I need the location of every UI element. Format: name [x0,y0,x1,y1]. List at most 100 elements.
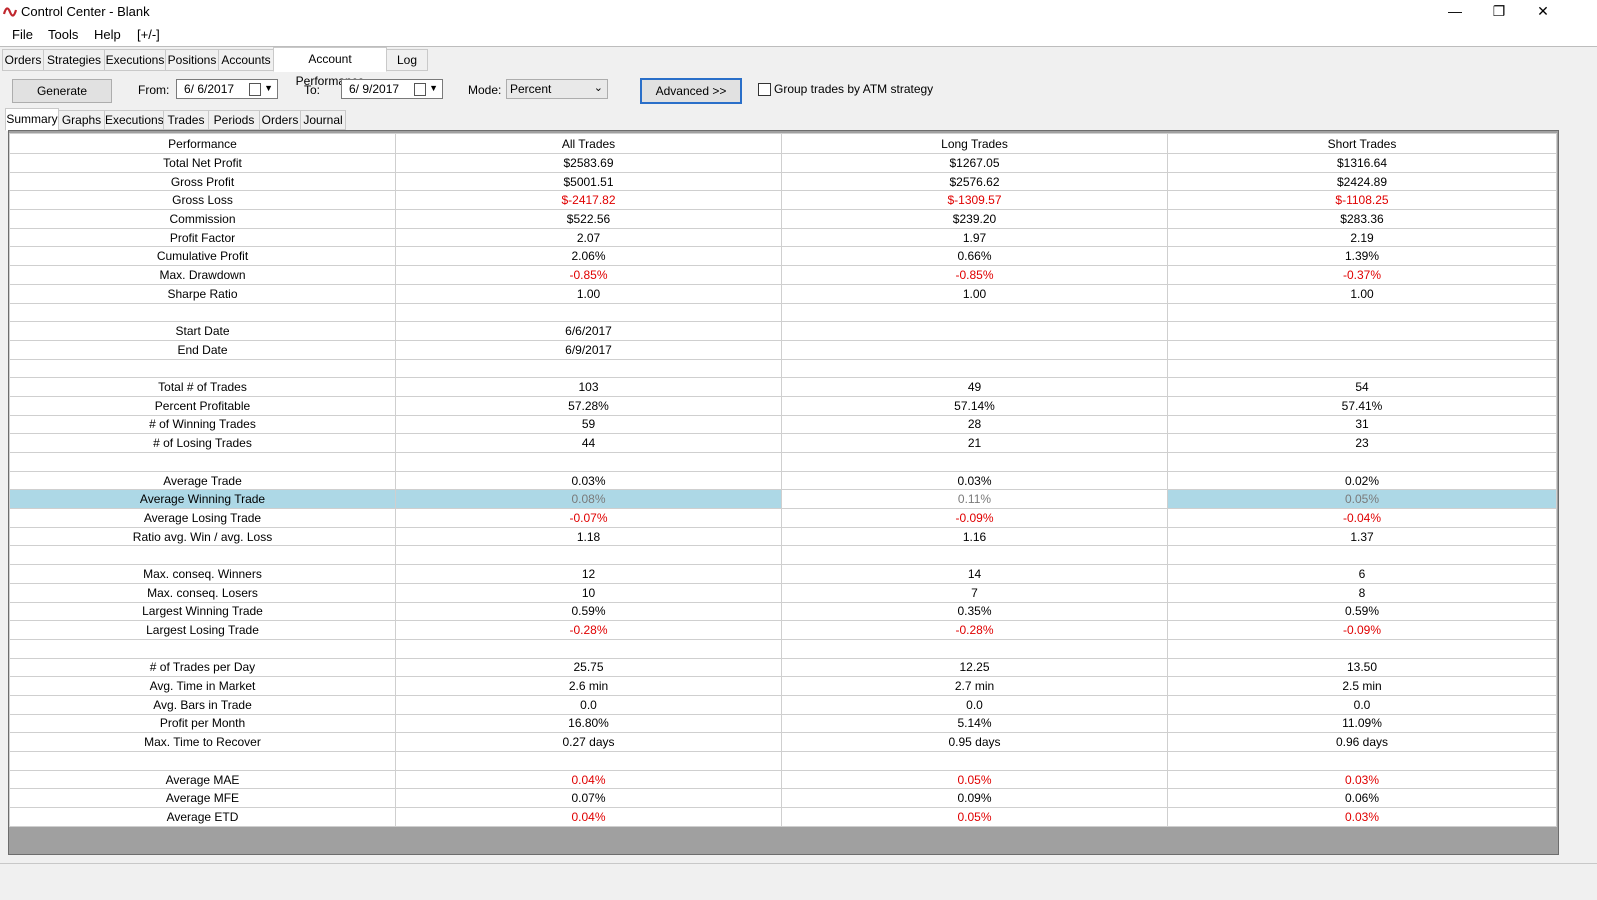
metric-value-cell[interactable]: 2.19 [1167,227,1557,248]
metric-value-cell[interactable]: 57.14% [781,395,1168,416]
table-row[interactable]: Average Losing Trade -0.07% -0.09% -0.04% [9,508,1557,528]
metric-label-cell[interactable]: Average Trade [9,470,396,491]
metric-label-cell[interactable]: Total Net Profit [9,153,396,173]
table-row[interactable]: Largest Losing Trade -0.28% -0.28% -0.09% [9,620,1557,640]
table-row[interactable]: # of Losing Trades 44 21 23 [9,433,1557,453]
performance-grid[interactable]: Performance All Trades Long Trades Short… [8,130,1559,855]
metric-value-cell[interactable]: 11.09% [1167,713,1557,734]
metric-value-cell[interactable] [781,452,1168,472]
close-icon[interactable]: ✕ [1520,0,1566,24]
metric-label-cell[interactable]: Profit per Month [9,713,396,734]
metric-label-cell[interactable]: Ratio avg. Win / avg. Loss [9,526,396,547]
metric-value-cell[interactable]: 0.03% [1167,769,1557,790]
tab-strategies[interactable]: Strategies [43,49,105,71]
metric-value-cell[interactable]: 0.27 days [395,732,782,752]
metric-value-cell[interactable]: 0.03% [1167,807,1557,827]
table-row[interactable]: # of Trades per Day 25.75 12.25 13.50 [9,657,1557,678]
metric-label-cell[interactable]: Average MAE [9,769,396,790]
table-row[interactable]: Largest Winning Trade 0.59% 0.35% 0.59% [9,601,1557,622]
metric-value-cell[interactable]: $2583.69 [395,153,782,173]
metric-value-cell[interactable]: 28 [781,414,1168,435]
metric-value-cell[interactable]: -0.85% [781,265,1168,285]
metric-value-cell[interactable]: 1.00 [781,283,1168,304]
metric-label-cell[interactable] [9,452,396,472]
table-row[interactable]: Average Winning Trade 0.08% 0.11% 0.05% [9,489,1557,510]
metric-value-cell[interactable]: 0.06% [1167,788,1557,809]
metric-value-cell[interactable]: 1.16 [781,526,1168,547]
metric-value-cell[interactable] [1167,339,1557,360]
metric-value-cell[interactable]: 2.7 min [781,676,1168,696]
metric-value-cell[interactable]: 0.0 [395,694,782,715]
metric-value-cell[interactable]: 21 [781,433,1168,453]
metric-value-cell[interactable]: 57.28% [395,395,782,416]
metric-value-cell[interactable] [781,339,1168,360]
metric-value-cell[interactable]: -0.07% [395,508,782,528]
table-row[interactable]: Sharpe Ratio 1.00 1.00 1.00 [9,283,1557,304]
table-row[interactable]: Commission $522.56 $239.20 $283.36 [9,209,1557,229]
column-header-short-trades[interactable]: Short Trades [1167,133,1557,154]
metric-value-cell[interactable] [1167,321,1557,341]
table-row[interactable]: Profit Factor 2.07 1.97 2.19 [9,227,1557,248]
metric-label-cell[interactable] [9,358,396,379]
tab-account-performance[interactable]: Account Performance [273,47,387,88]
metric-label-cell[interactable]: Start Date [9,321,396,341]
metric-value-cell[interactable]: $239.20 [781,209,1168,229]
metric-value-cell[interactable]: 31 [1167,414,1557,435]
metric-value-cell[interactable]: 0.0 [1167,694,1557,715]
metric-label-cell[interactable]: Max. Drawdown [9,265,396,285]
metric-label-cell[interactable]: # of Losing Trades [9,433,396,453]
metric-value-cell[interactable]: 0.03% [395,470,782,491]
metric-value-cell[interactable]: 0.96 days [1167,732,1557,752]
metric-value-cell[interactable]: 0.35% [781,601,1168,622]
mode-select[interactable]: Percent ⌄ [506,79,608,99]
metric-value-cell[interactable]: $283.36 [1167,209,1557,229]
metric-value-cell[interactable]: 0.04% [395,769,782,790]
metric-label-cell[interactable]: Commission [9,209,396,229]
table-row[interactable]: Average Trade 0.03% 0.03% 0.02% [9,470,1557,491]
metric-label-cell[interactable]: Total # of Trades [9,377,396,397]
table-row[interactable]: Start Date 6/6/2017 [9,321,1557,341]
metric-label-cell[interactable]: Max. conseq. Losers [9,582,396,603]
calendar-icon[interactable] [249,83,261,96]
menu-tools[interactable]: Tools [48,27,78,42]
metric-value-cell[interactable]: 23 [1167,433,1557,453]
metric-value-cell[interactable]: 12.25 [781,657,1168,678]
metric-value-cell[interactable] [1167,751,1557,771]
metric-label-cell[interactable]: Sharpe Ratio [9,283,396,304]
generate-button[interactable]: Generate [12,79,112,103]
metric-value-cell[interactable] [1167,302,1557,323]
table-row[interactable]: Profit per Month 16.80% 5.14% 11.09% [9,713,1557,734]
table-row[interactable] [9,452,1557,472]
metric-value-cell[interactable]: 0.0 [781,694,1168,715]
metric-value-cell[interactable]: 54 [1167,377,1557,397]
metric-value-cell[interactable]: 59 [395,414,782,435]
metric-value-cell[interactable]: $-1108.25 [1167,190,1557,211]
metric-value-cell[interactable] [1167,545,1557,566]
metric-value-cell[interactable]: 0.66% [781,246,1168,267]
metric-label-cell[interactable]: Max. conseq. Winners [9,564,396,584]
metric-label-cell[interactable]: # of Trades per Day [9,657,396,678]
table-row[interactable]: Average MAE 0.04% 0.05% 0.03% [9,769,1557,790]
metric-value-cell[interactable]: $-2417.82 [395,190,782,211]
metric-value-cell[interactable] [781,638,1168,659]
table-row[interactable]: Max. conseq. Winners 12 14 6 [9,564,1557,584]
metric-label-cell[interactable]: Gross Profit [9,171,396,192]
metric-label-cell[interactable]: Average ETD [9,807,396,827]
metric-value-cell[interactable]: 2.5 min [1167,676,1557,696]
subtab-summary[interactable]: Summary [5,108,59,131]
metric-label-cell[interactable]: Average MFE [9,788,396,809]
menu-file[interactable]: File [12,27,33,42]
metric-value-cell[interactable]: 0.05% [781,769,1168,790]
tab-positions[interactable]: Positions [165,49,219,71]
tab-accounts[interactable]: Accounts [218,49,274,71]
minimize-icon[interactable]: — [1432,0,1478,24]
metric-value-cell[interactable]: 1.00 [1167,283,1557,304]
metric-value-cell[interactable]: 13.50 [1167,657,1557,678]
metric-value-cell[interactable] [395,638,782,659]
metric-label-cell[interactable]: Percent Profitable [9,395,396,416]
metric-value-cell[interactable]: 2.07 [395,227,782,248]
metric-label-cell[interactable]: Gross Loss [9,190,396,211]
metric-value-cell[interactable] [1167,358,1557,379]
metric-label-cell[interactable]: Profit Factor [9,227,396,248]
metric-value-cell[interactable] [781,358,1168,379]
